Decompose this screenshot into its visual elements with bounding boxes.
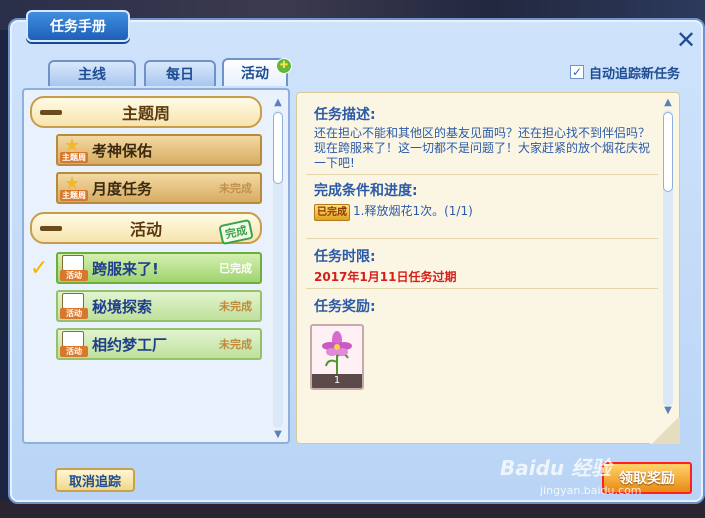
selected-check-icon: ✓ [30,256,49,281]
auto-track-label: 自动追踪新任务 [589,66,681,82]
book-quest-icon: 活动 [60,293,88,319]
category-label: 活动 [129,220,162,239]
flower-icon [322,331,352,374]
gift-badge-icon: ✚ [276,58,292,74]
divider [306,238,658,239]
progress-line: 已完成 1.释放烟花1次。(1/1) [314,204,652,221]
watermark-url: jingyan.baidu.com [540,484,642,497]
quest-item-kaoshen[interactable]: ★ 主题周 考神保佑 [56,134,262,166]
auto-track-toggle[interactable]: ✓ 自动追踪新任务 [570,63,681,82]
quest-title: 月度任务 [92,179,153,198]
description-text: 还在担心不能和其他区的基友见面吗？还在担心找不到伴侣吗？现在跨服来了！这一切都不… [314,126,651,170]
book-quest-icon: 活动 [60,331,88,357]
book-quest-icon: 活动 [60,255,88,281]
window-title: 任务手册 [26,10,130,42]
detail-scroll-thumb[interactable] [663,112,673,192]
description-title: 任务描述: [314,107,376,123]
progress-text: 1.释放烟花1次。(1/1) [353,204,473,218]
reward-count: 1 [312,374,362,388]
reward-item-slot[interactable]: 1 [310,324,364,390]
quest-item-crossserver[interactable]: 活动 跨服来了! 已完成 [56,252,262,284]
watermark-logo: Baidu 经验 [500,456,612,480]
auto-track-checkbox[interactable]: ✓ [570,65,584,79]
quest-title: 秘境探索 [92,297,153,316]
completed-badge: 已完成 [314,204,350,221]
untrack-button[interactable]: 取消追踪 [55,468,135,492]
scroll-down-icon[interactable]: ▼ [272,430,284,440]
category-theme-week[interactable]: 主题周 [30,96,262,128]
star-quest-icon: ★ 主题周 [60,135,88,163]
quest-status: 已完成 [219,262,252,275]
quest-item-secret-realm[interactable]: 活动 秘境探索 未完成 [56,290,262,322]
star-quest-icon: ★ 主题周 [60,173,88,201]
divider [306,174,658,175]
quest-item-monthly[interactable]: ★ 主题周 月度任务 未完成 [56,172,262,204]
complete-stamp: 完成 [218,218,254,246]
quest-title: 考神保佑 [92,141,153,160]
page-curl [650,418,680,444]
reward-title: 任务奖励: [314,299,376,315]
quest-status: 未完成 [219,300,252,313]
scroll-up-icon[interactable]: ▲ [272,98,284,108]
quest-list-scroll-thumb[interactable] [273,112,283,184]
quest-title: 跨服来了! [92,259,159,278]
category-label: 主题周 [121,104,170,123]
collapse-icon[interactable] [40,110,62,115]
quest-title: 相约梦工厂 [92,335,168,354]
scroll-up-icon[interactable]: ▲ [662,98,674,108]
deadline-title: 任务时限: [314,249,376,265]
quest-status: 未完成 [219,338,252,351]
deadline-text: 2017年1月11日任务过期 [314,270,457,284]
quest-item-dream-factory[interactable]: 活动 相约梦工厂 未完成 [56,328,262,360]
progress-title: 完成条件和进度: [314,183,418,199]
close-icon[interactable]: ✕ [674,28,698,52]
quest-status: 未完成 [219,182,252,195]
tab-daily[interactable]: 每日 [144,60,216,86]
collapse-icon[interactable] [40,226,62,231]
tab-main[interactable]: 主线 [48,60,136,86]
category-event[interactable]: 活动 完成 [30,212,262,246]
divider [306,288,658,289]
scroll-down-icon[interactable]: ▼ [662,406,674,416]
